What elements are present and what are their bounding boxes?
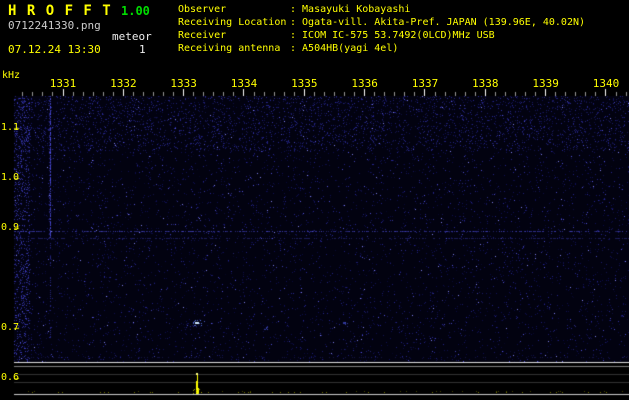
app-version: 1.00	[121, 4, 150, 18]
time-tick-label: 1336	[351, 77, 378, 90]
info-row-antenna: Receiving antenna : A504HB(yagi 4el)	[178, 42, 585, 55]
freq-tick-label: 0.9	[1, 222, 20, 233]
time-tick-label: 1338	[472, 77, 499, 90]
freq-tick-label: 0.7	[1, 322, 20, 333]
station-info-panel: Observer : Masayuki Kobayashi Receiving L…	[178, 3, 585, 55]
time-tick-label: 1332	[110, 77, 137, 90]
time-tick-label: 1340	[592, 77, 620, 90]
info-label: Receiver	[178, 30, 227, 41]
datetime-label: 07.12.24 13:30	[8, 43, 101, 56]
spectrogram-canvas	[0, 0, 629, 400]
info-row-observer: Observer : Masayuki Kobayashi	[178, 3, 585, 16]
info-value: : Masayuki Kobayashi	[290, 4, 411, 15]
time-tick-label: 1331	[49, 77, 77, 90]
info-label: Observer	[178, 4, 227, 15]
time-tick-label: 1337	[411, 77, 439, 90]
time-tick-label: 1339	[532, 77, 559, 90]
observation-name: meteor	[112, 30, 152, 43]
info-value: : A504HB(yagi 4el)	[290, 43, 399, 54]
info-value: : ICOM IC-575 53.7492(0LCD)MHz USB	[290, 30, 495, 41]
app-title: H R O F F T	[8, 3, 112, 19]
info-label: Receiving antenna	[178, 43, 281, 54]
info-row-receiver: Receiver : ICOM IC-575 53.7492(0LCD)MHz U…	[178, 29, 585, 42]
freq-tick-label: 1.1	[1, 122, 20, 133]
observation-count: 1	[139, 43, 146, 56]
freq-tick-label: 0.6	[1, 372, 20, 383]
info-row-location: Receiving Location: Ogata-vill. Akita-Pr…	[178, 16, 585, 29]
freq-tick-label: 1.0	[1, 172, 20, 183]
info-label: Receiving Location	[178, 17, 287, 28]
freq-axis-unit: kHz	[2, 70, 21, 81]
time-tick-label: 1335	[291, 77, 318, 90]
info-value: : Ogata-vill. Akita-Pref. JAPAN (139.96E…	[290, 17, 586, 28]
hrofft-window: H R O F F T 1.00 0712241330.png meteor 1…	[0, 0, 629, 400]
time-tick-label: 1333	[170, 77, 197, 90]
output-filename: 0712241330.png	[8, 19, 101, 32]
time-tick-label: 1334	[230, 77, 258, 90]
